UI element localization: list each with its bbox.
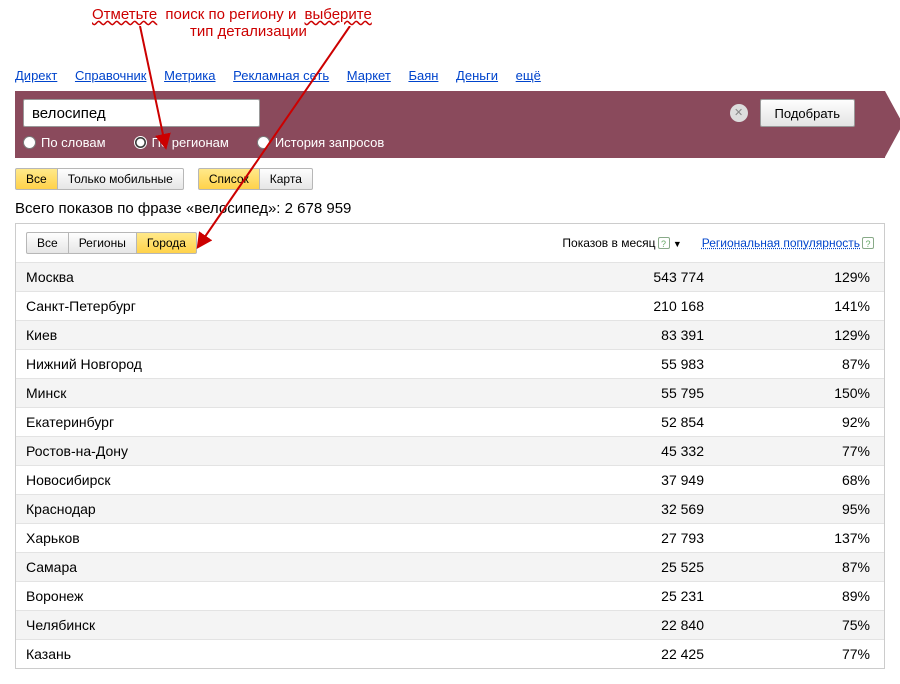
device-toggle: Все Только мобильные: [15, 168, 184, 190]
cell-city: Воронеж: [16, 582, 514, 611]
cell-popularity: 89%: [714, 582, 884, 611]
view-toggle: Список Карта: [198, 168, 313, 190]
cell-shows: 543 774: [514, 263, 714, 292]
cell-popularity: 87%: [714, 350, 884, 379]
cell-shows: 22 425: [514, 640, 714, 669]
cell-city: Казань: [16, 640, 514, 669]
cell-shows: 25 231: [514, 582, 714, 611]
cell-popularity: 92%: [714, 408, 884, 437]
cell-city: Новосибирск: [16, 466, 514, 495]
nav-metrika[interactable]: Метрика: [164, 68, 215, 83]
cell-city: Харьков: [16, 524, 514, 553]
cell-popularity: 129%: [714, 321, 884, 350]
cell-city: Самара: [16, 553, 514, 582]
clear-icon[interactable]: ✕: [730, 104, 748, 122]
radio-words[interactable]: По словам: [23, 135, 106, 150]
cell-popularity: 77%: [714, 437, 884, 466]
total-shows: Всего показов по фразе «велосипед»: 2 67…: [15, 200, 885, 217]
cell-shows: 55 983: [514, 350, 714, 379]
cell-popularity: 95%: [714, 495, 884, 524]
cell-popularity: 68%: [714, 466, 884, 495]
cell-city: Санкт-Петербург: [16, 292, 514, 321]
tab-regions[interactable]: Регионы: [69, 232, 137, 254]
col-shows[interactable]: Показов в месяц? ▼: [562, 236, 681, 250]
cell-popularity: 75%: [714, 611, 884, 640]
cell-shows: 52 854: [514, 408, 714, 437]
cell-shows: 27 793: [514, 524, 714, 553]
nav-bayan[interactable]: Баян: [408, 68, 438, 83]
cell-popularity: 150%: [714, 379, 884, 408]
table-row: Москва543 774129%: [16, 263, 884, 292]
annotation-text: Отметьте поиск по региону и выберите тип…: [90, 6, 860, 40]
cell-city: Ростов-на-Дону: [16, 437, 514, 466]
cell-popularity: 137%: [714, 524, 884, 553]
submit-button[interactable]: Подобрать: [760, 99, 855, 127]
nav-money[interactable]: Деньги: [456, 68, 498, 83]
cell-city: Киев: [16, 321, 514, 350]
sort-icon: ▼: [673, 239, 682, 249]
results-table: Москва543 774129%Санкт-Петербург210 1681…: [16, 262, 884, 668]
table-row: Ростов-на-Дону45 33277%: [16, 437, 884, 466]
table-row: Харьков27 793137%: [16, 524, 884, 553]
cell-city: Минск: [16, 379, 514, 408]
cell-city: Нижний Новгород: [16, 350, 514, 379]
cell-shows: 32 569: [514, 495, 714, 524]
help-icon[interactable]: ?: [658, 237, 670, 249]
btn-all-devices[interactable]: Все: [15, 168, 58, 190]
radio-history[interactable]: История запросов: [257, 135, 385, 150]
detail-tabs: Все Регионы Города: [26, 232, 197, 254]
cell-popularity: 129%: [714, 263, 884, 292]
cell-city: Челябинск: [16, 611, 514, 640]
radio-regions[interactable]: По регионам: [134, 135, 229, 150]
btn-list-view[interactable]: Список: [198, 168, 260, 190]
nav-direct[interactable]: Директ: [15, 68, 57, 83]
table-row: Челябинск22 84075%: [16, 611, 884, 640]
nav-more[interactable]: ещё: [516, 68, 541, 83]
tab-cities[interactable]: Города: [137, 232, 197, 254]
table-row: Казань22 42577%: [16, 640, 884, 669]
nav-sprav[interactable]: Справочник: [75, 68, 147, 83]
search-input[interactable]: [23, 99, 260, 127]
table-row: Краснодар32 56995%: [16, 495, 884, 524]
nav-adnet[interactable]: Рекламная сеть: [233, 68, 329, 83]
cell-shows: 45 332: [514, 437, 714, 466]
table-row: Екатеринбург52 85492%: [16, 408, 884, 437]
cell-popularity: 87%: [714, 553, 884, 582]
search-bar: ✕ Подобрать По словам По регионам Истори…: [15, 91, 885, 158]
table-row: Минск55 795150%: [16, 379, 884, 408]
table-row: Нижний Новгород55 98387%: [16, 350, 884, 379]
table-row: Новосибирск37 94968%: [16, 466, 884, 495]
cell-popularity: 77%: [714, 640, 884, 669]
table-row: Воронеж25 23189%: [16, 582, 884, 611]
tab-all[interactable]: Все: [26, 232, 69, 254]
cell-shows: 83 391: [514, 321, 714, 350]
cell-city: Екатеринбург: [16, 408, 514, 437]
col-popularity[interactable]: Региональная популярность?: [702, 236, 874, 250]
cell-shows: 37 949: [514, 466, 714, 495]
table-row: Санкт-Петербург210 168141%: [16, 292, 884, 321]
cell-shows: 210 168: [514, 292, 714, 321]
btn-mobile-only[interactable]: Только мобильные: [58, 168, 184, 190]
cell-shows: 55 795: [514, 379, 714, 408]
cell-popularity: 141%: [714, 292, 884, 321]
nav-market[interactable]: Маркет: [347, 68, 391, 83]
cell-city: Москва: [16, 263, 514, 292]
btn-map-view[interactable]: Карта: [260, 168, 313, 190]
cell-shows: 25 525: [514, 553, 714, 582]
table-row: Самара25 52587%: [16, 553, 884, 582]
help-icon[interactable]: ?: [862, 237, 874, 249]
cell-city: Краснодар: [16, 495, 514, 524]
cell-shows: 22 840: [514, 611, 714, 640]
table-row: Киев83 391129%: [16, 321, 884, 350]
results-panel: Все Регионы Города Показов в месяц? ▼ Ре…: [15, 223, 885, 669]
